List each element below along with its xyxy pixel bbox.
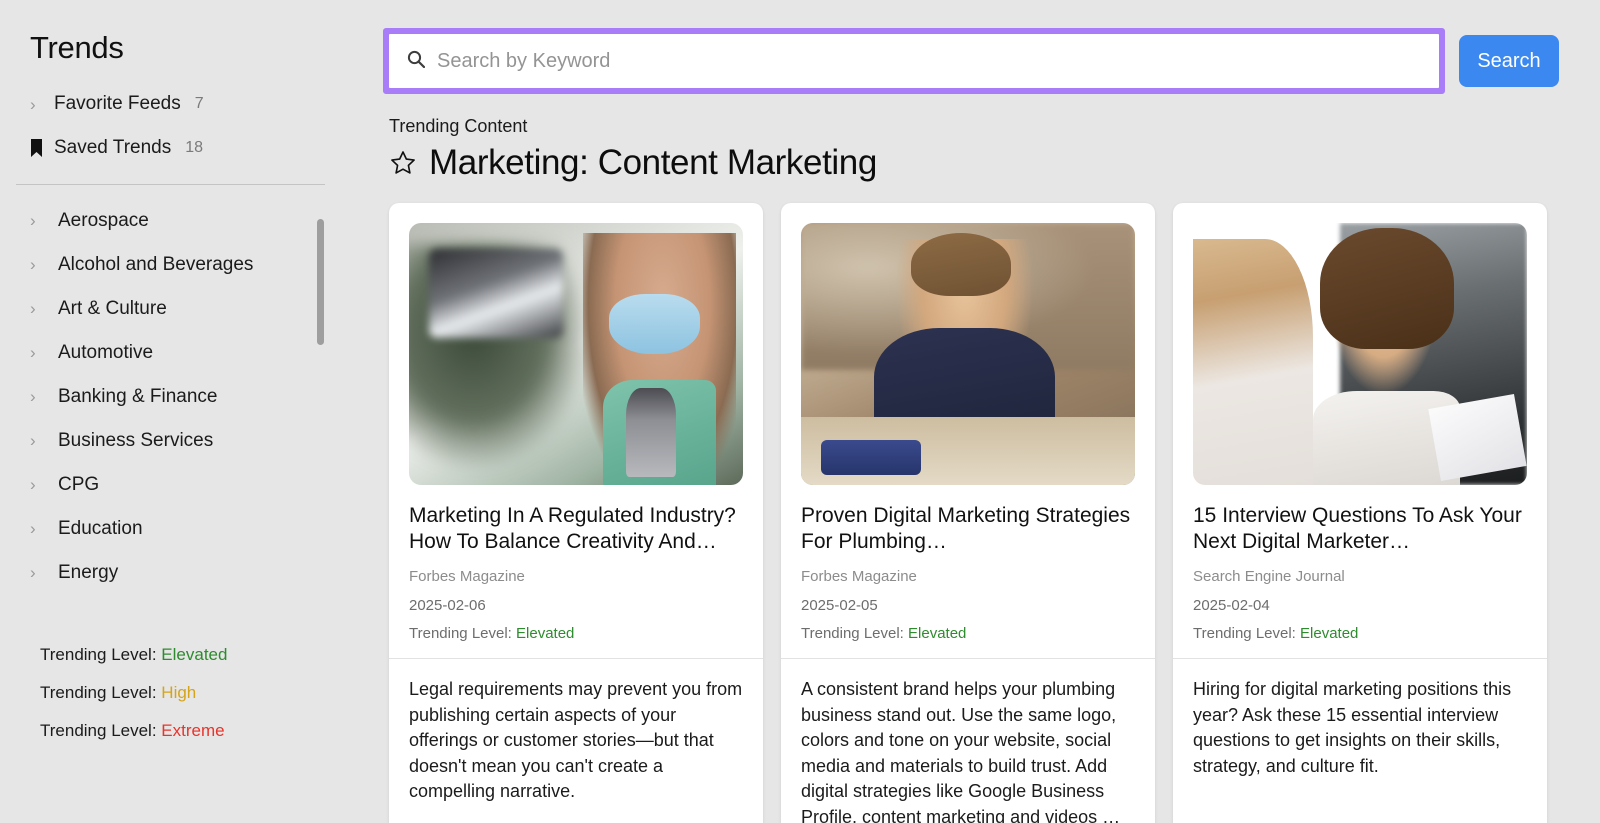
chevron-right-icon: › — [30, 94, 36, 114]
trend-card-level-value: Elevated — [516, 625, 575, 643]
sidebar-top-group: › Favorite Feeds 7 Saved Trends 18 — [0, 66, 383, 170]
sidebar-category-label: Banking & Finance — [58, 386, 218, 407]
trend-card-title[interactable]: 15 Interview Questions To Ask Your Next … — [1193, 503, 1527, 554]
sidebar-item-favorite-feeds[interactable]: › Favorite Feeds 7 — [0, 82, 383, 126]
sidebar-category-label: Energy — [58, 562, 119, 583]
trend-card[interactable]: Proven Digital Marketing Strategies For … — [781, 203, 1155, 823]
legend-value: Extreme — [161, 721, 225, 740]
legend-item-extreme: Trending Level: Extreme — [40, 721, 227, 741]
chevron-right-icon: › — [30, 387, 36, 406]
trending-content-cards: Marketing In A Regulated Industry? How T… — [383, 203, 1600, 823]
sidebar-category-label: Alcohol and Beverages — [58, 254, 254, 275]
trend-card[interactable]: 15 Interview Questions To Ask Your Next … — [1173, 203, 1547, 823]
trending-level-legend: Trending Level: Elevated Trending Level:… — [40, 645, 227, 759]
sidebar-item-saved-trends[interactable]: Saved Trends 18 — [0, 126, 383, 170]
trend-card-level: Trending Level: Elevated — [801, 625, 1135, 642]
sidebar-category-label: Art & Culture — [58, 298, 167, 319]
trend-card-level-value: Elevated — [1300, 625, 1359, 643]
sidebar-item-count: 7 — [194, 95, 204, 112]
legend-value: Elevated — [161, 645, 228, 664]
trend-card-body: Proven Digital Marketing Strategies For … — [781, 485, 1155, 658]
trend-card-title[interactable]: Proven Digital Marketing Strategies For … — [801, 503, 1135, 554]
sidebar-category-cpg[interactable]: › CPG — [0, 463, 383, 507]
sidebar-item-label: Saved Trends — [54, 137, 172, 158]
trend-card-description: Legal requirements may prevent you from … — [409, 679, 743, 802]
trend-card-date: 2025-02-04 — [1193, 597, 1270, 615]
trend-card-body: 15 Interview Questions To Ask Your Next … — [1173, 485, 1547, 658]
sidebar-category-label: Education — [58, 518, 143, 539]
search-input[interactable] — [437, 49, 1428, 73]
sidebar-category-banking-and-finance[interactable]: › Banking & Finance — [0, 375, 383, 419]
chevron-right-icon: › — [30, 431, 36, 450]
page-title: Marketing: Content Marketing — [429, 143, 877, 182]
chevron-right-icon: › — [30, 211, 36, 230]
trend-card-date: 2025-02-06 — [409, 597, 486, 615]
sidebar-category-business-services[interactable]: › Business Services — [0, 419, 383, 463]
sidebar-category-aerospace[interactable]: › Aerospace — [0, 199, 383, 243]
page-title-row: Marketing: Content Marketing — [389, 143, 1600, 183]
sidebar-scrollbar-thumb[interactable] — [317, 219, 324, 345]
sidebar-category-label: Aerospace — [58, 210, 149, 231]
sidebar-category-energy[interactable]: › Energy — [0, 551, 383, 595]
sidebar-category-environment[interactable]: › Environment — [0, 595, 383, 604]
trend-card-level: Trending Level: Elevated — [409, 625, 743, 642]
trend-card-body: Marketing In A Regulated Industry? How T… — [389, 485, 763, 658]
main-content: Search Trending Content Marketing: Conte… — [383, 0, 1600, 823]
trend-card-image — [1193, 223, 1527, 485]
chevron-right-icon: › — [30, 563, 36, 582]
trend-card-level: Trending Level: Elevated — [1193, 625, 1527, 642]
sidebar-category-list[interactable]: › Aerospace › Alcohol and Beverages › Ar… — [0, 199, 383, 604]
search-field[interactable] — [389, 34, 1439, 88]
search-icon — [407, 50, 426, 73]
trend-card-level-value: Elevated — [908, 625, 967, 643]
sidebar-category-label: CPG — [58, 474, 100, 495]
trend-card-date: 2025-02-05 — [801, 597, 878, 615]
trend-card-source: Search Engine Journal — [1193, 568, 1345, 586]
legend-prefix: Trending Level: — [40, 645, 157, 664]
bookmark-icon — [30, 139, 54, 157]
sidebar-category-label: Business Services — [58, 430, 214, 451]
legend-item-high: Trending Level: High — [40, 683, 227, 703]
legend-prefix: Trending Level: — [40, 683, 157, 702]
trend-card-description: A consistent brand helps your plumbing b… — [801, 679, 1121, 823]
legend-value: High — [161, 683, 197, 702]
sidebar: Trends › Favorite Feeds 7 Saved Trends 1… — [0, 0, 383, 823]
sidebar-category-automotive[interactable]: › Automotive — [0, 331, 383, 375]
sidebar-category-alcohol-and-beverages[interactable]: › Alcohol and Beverages — [0, 243, 383, 287]
sidebar-category-label: Automotive — [58, 342, 154, 363]
sidebar-item-label: Favorite Feeds — [54, 93, 181, 114]
trend-card-image — [801, 223, 1135, 485]
trend-card-level-prefix: Trending Level: — [1193, 625, 1296, 643]
sidebar-category-art-and-culture[interactable]: › Art & Culture — [0, 287, 383, 331]
trend-card-level-prefix: Trending Level: — [801, 625, 904, 643]
trend-card-image — [409, 223, 743, 485]
legend-item-elevated: Trending Level: Elevated — [40, 645, 227, 665]
search-button[interactable]: Search — [1459, 35, 1559, 87]
trend-card-level-prefix: Trending Level: — [409, 625, 512, 643]
chevron-right-icon: › — [30, 475, 36, 494]
legend-prefix: Trending Level: — [40, 721, 157, 740]
sidebar-title: Trends — [30, 30, 124, 65]
trend-card-source: Forbes Magazine — [801, 568, 917, 586]
chevron-right-icon: › — [30, 255, 36, 274]
trend-card-source: Forbes Magazine — [409, 568, 525, 586]
trend-card-description: Hiring for digital marketing positions t… — [1193, 679, 1512, 776]
search-highlight-outline — [383, 28, 1445, 94]
content-eyebrow: Trending Content — [389, 116, 528, 136]
chevron-right-icon: › — [30, 299, 36, 318]
trend-card[interactable]: Marketing In A Regulated Industry? How T… — [389, 203, 763, 823]
trend-card-title[interactable]: Marketing In A Regulated Industry? How T… — [409, 503, 743, 554]
sidebar-category-education[interactable]: › Education — [0, 507, 383, 551]
sidebar-item-count: 18 — [185, 139, 204, 156]
star-outline-icon[interactable] — [389, 149, 417, 177]
content-header: Trending Content Marketing: Content Mark… — [383, 94, 1600, 183]
search-bar: Search — [383, 0, 1600, 94]
chevron-right-icon: › — [30, 519, 36, 538]
trends-app: Trends › Favorite Feeds 7 Saved Trends 1… — [0, 0, 1600, 823]
chevron-right-icon: › — [30, 343, 36, 362]
sidebar-divider — [16, 184, 325, 185]
